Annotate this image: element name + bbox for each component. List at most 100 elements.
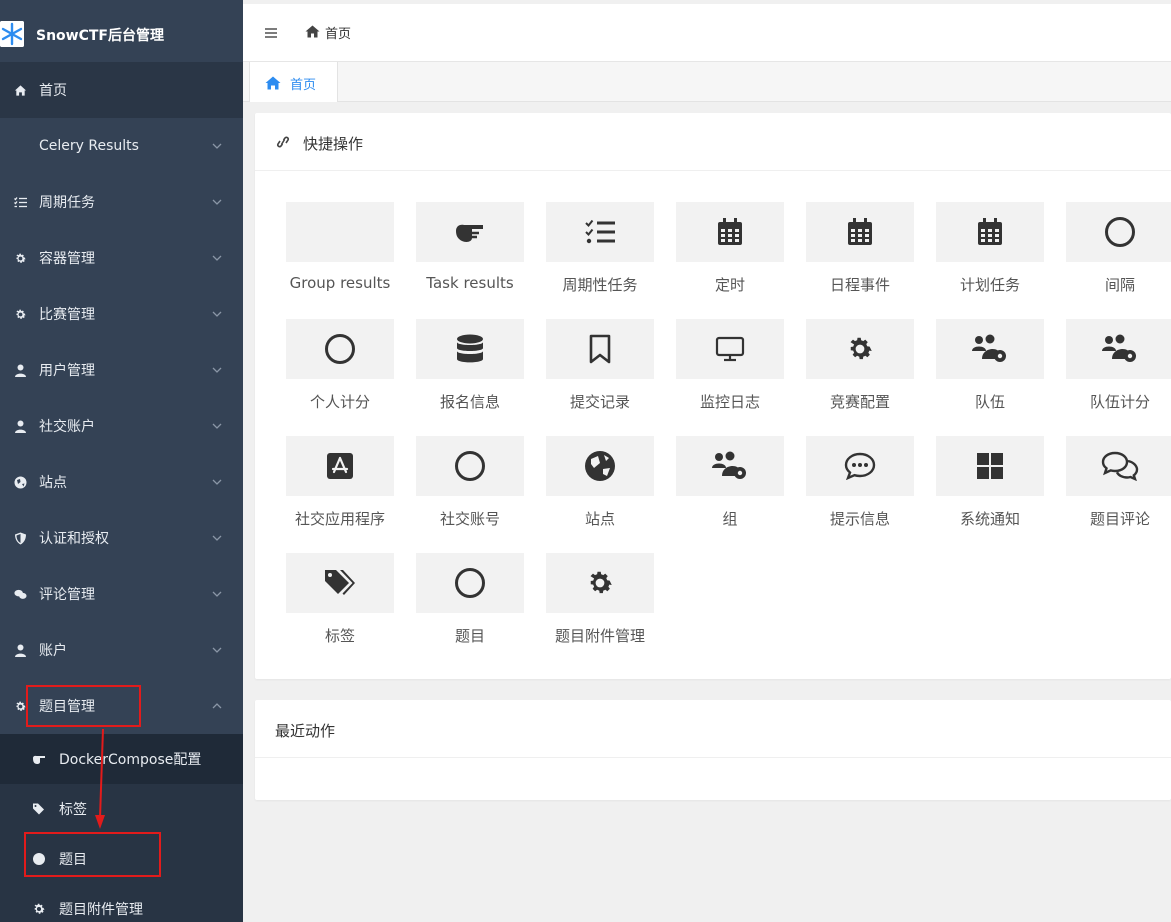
tile-icon-box: [546, 553, 654, 613]
quick-tile-team-scores[interactable]: 队伍计分: [1066, 319, 1171, 424]
home-icon: [305, 25, 320, 38]
breadcrumb[interactable]: 首页: [325, 23, 351, 42]
comments-icon: [14, 589, 27, 599]
user-icon: [15, 420, 26, 433]
quick-tile-group-results[interactable]: Group results: [286, 202, 394, 307]
gear-icon: [34, 903, 45, 914]
sidebar-item-sites[interactable]: 站点: [0, 454, 243, 510]
tile-label: 队伍计分: [1089, 393, 1150, 411]
sidebar-item-comment-management[interactable]: 评论管理: [0, 566, 243, 622]
quick-tile-scheduled-tasks[interactable]: 计划任务: [936, 202, 1044, 307]
tags-icon: [325, 570, 355, 595]
brand-header[interactable]: SnowCTF后台管理: [0, 4, 243, 62]
users-gear-icon: [1102, 334, 1136, 362]
sidebar-subitem-tags[interactable]: 标签: [0, 784, 243, 834]
chevron-down-icon: [212, 143, 222, 149]
list-check-icon: [14, 196, 27, 207]
tile-label: 社交应用程序: [294, 510, 385, 528]
chevron-down-icon: [212, 535, 222, 541]
quick-tile-notifications[interactable]: 系统通知: [936, 436, 1044, 541]
quick-tile-challenge-attachments[interactable]: 题目附件管理: [546, 553, 654, 658]
globe-icon: [585, 451, 615, 481]
sidebar-item-celery-results[interactable]: Celery Results: [0, 118, 243, 174]
quick-tile-crontab[interactable]: 定时: [676, 202, 784, 307]
sidebar-item-container-management[interactable]: 容器管理: [0, 230, 243, 286]
quick-tile-challenges[interactable]: 题目: [416, 553, 524, 658]
users-gear-icon: [712, 451, 746, 479]
chevron-down-icon: [212, 199, 222, 205]
gear-icon: [590, 571, 612, 594]
tab-bar: 首页: [243, 62, 1171, 102]
chevron-down-icon: [212, 311, 222, 317]
quick-tile-tags[interactable]: 标签: [286, 553, 394, 658]
quick-tile-social-apps[interactable]: 社交应用程序: [286, 436, 394, 541]
sidebar-item-home[interactable]: 首页: [0, 62, 243, 118]
tile-icon-box: [286, 553, 394, 613]
tile-label: 站点: [584, 510, 615, 528]
sidebar-item-user-management[interactable]: 用户管理: [0, 342, 243, 398]
quick-tile-intervals[interactable]: 间隔: [1066, 202, 1171, 307]
app-store-icon: [327, 453, 353, 479]
tab-home[interactable]: 首页: [249, 62, 338, 102]
quick-tile-hints[interactable]: 提示信息: [806, 436, 914, 541]
sidebar-item-label: 用户管理: [39, 363, 95, 379]
chevron-down-icon: [212, 647, 222, 653]
sidebar-subitem-label: 题目附件管理: [59, 902, 143, 918]
quick-tile-challenge-comments[interactable]: 题目评论: [1066, 436, 1171, 541]
quick-tile-monitor-logs[interactable]: 监控日志: [676, 319, 784, 424]
tile-icon-box: [1066, 436, 1171, 496]
recent-actions-header: 最近动作: [255, 700, 1171, 758]
circle-icon: [455, 568, 485, 598]
windows-icon: [977, 453, 1003, 479]
quick-tile-submissions[interactable]: 提交记录: [546, 319, 654, 424]
tile-label: 系统通知: [959, 510, 1020, 528]
tile-label: 监控日志: [699, 393, 760, 411]
quick-tile-groups[interactable]: 组: [676, 436, 784, 541]
calendar-icon: [718, 218, 742, 245]
sidebar-item-auth[interactable]: 认证和授权: [0, 510, 243, 566]
quick-tile-teams[interactable]: 队伍: [936, 319, 1044, 424]
calendar-icon: [978, 218, 1002, 245]
tile-label: 间隔: [1104, 276, 1135, 294]
tile-label: 竞赛配置: [829, 393, 890, 411]
quick-tile-sites[interactable]: 站点: [546, 436, 654, 541]
quick-tile-task-results[interactable]: Task results: [416, 202, 524, 307]
bookmark-icon: [589, 334, 611, 364]
tile-icon-box: [286, 202, 394, 262]
sidebar-subitem-attachments[interactable]: 题目附件管理: [0, 884, 243, 922]
tile-label: 队伍: [974, 393, 1005, 411]
tile-icon-box: [286, 436, 394, 496]
hand-point-icon: [456, 224, 483, 242]
circle-icon: [325, 334, 355, 364]
sidebar-item-social-accounts[interactable]: 社交账户: [0, 398, 243, 454]
tile-icon-box: [416, 202, 524, 262]
quick-actions-header: 快捷操作: [255, 113, 1171, 171]
quick-tile-social-accounts[interactable]: 社交账号: [416, 436, 524, 541]
hamburger-menu-icon[interactable]: [265, 28, 277, 38]
sidebar-item-label: 首页: [39, 83, 67, 99]
globe-icon: [14, 476, 27, 488]
tile-icon-box: [546, 202, 654, 262]
quick-tile-periodic-tasks[interactable]: 周期性任务: [546, 202, 654, 307]
quick-tile-clocked-events[interactable]: 日程事件: [806, 202, 914, 307]
quick-tile-contest-config[interactable]: 竞赛配置: [806, 319, 914, 424]
sidebar-item-label: 评论管理: [39, 587, 95, 603]
sidebar-item-label: Celery Results: [39, 138, 139, 154]
quick-tile-registrations[interactable]: 报名信息: [416, 319, 524, 424]
circle-icon: [455, 451, 485, 481]
desktop-icon: [715, 336, 745, 362]
tile-label: Group results: [289, 274, 391, 292]
tile-icon-box: [416, 319, 524, 379]
gear-icon: [16, 253, 26, 263]
sidebar-subitem-dockercompose[interactable]: DockerCompose配置: [0, 734, 243, 784]
sidebar-item-contest-management[interactable]: 比赛管理: [0, 286, 243, 342]
sidebar-item-periodic-tasks[interactable]: 周期任务: [0, 174, 243, 230]
gear-icon: [16, 309, 26, 319]
list-check-icon: [585, 219, 615, 244]
recent-actions-title: 最近动作: [275, 722, 336, 740]
tile-label: 社交账号: [439, 510, 500, 528]
tile-icon-box: [546, 436, 654, 496]
link-icon: [276, 136, 290, 148]
sidebar-item-accounts[interactable]: 账户: [0, 622, 243, 678]
quick-tile-personal-scores[interactable]: 个人计分: [286, 319, 394, 424]
